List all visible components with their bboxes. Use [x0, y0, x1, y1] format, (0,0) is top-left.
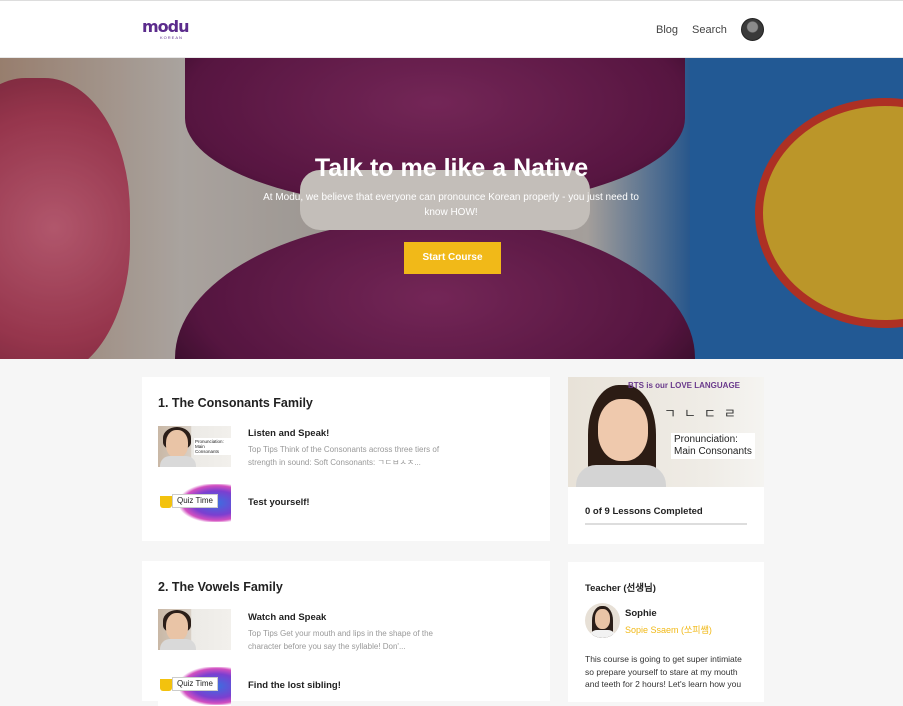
progress-text: 0 of 9 Lessons Completed [585, 506, 703, 517]
teacher-heading: Teacher (선생님) [585, 583, 656, 594]
thumbnail-face [166, 430, 188, 458]
lightbulb-icon [160, 496, 172, 508]
lesson-description: Top Tips Think of the Consonants across … [248, 445, 440, 467]
nav-blog-link[interactable]: Blog [656, 23, 678, 37]
logo-wordmark: modu [142, 17, 190, 36]
hero-subtitle: At Modu, we believe that everyone can pr… [263, 192, 639, 218]
video-caption-line2: Main Consonants [674, 446, 752, 457]
video-shirt [576, 465, 666, 487]
teacher-avatar [585, 603, 620, 638]
hero-title: Talk to me like a Native [314, 154, 589, 182]
teacher-name: Sophie [625, 608, 657, 619]
site-header: modu KOREAN Blog Search [0, 0, 903, 58]
video-banner-text: BTS is our LOVE LANGUAGE [628, 381, 741, 390]
thumbnail-shirt [160, 639, 196, 650]
quiz-label: Quiz Time [172, 677, 218, 691]
lesson-thumbnail[interactable] [158, 609, 231, 650]
lesson-thumbnail[interactable]: Pronunciation: Main Consonants [158, 426, 231, 467]
course-preview-video[interactable]: BTS is our LOVE LANGUAGE ㄱㄴㄷㄹ Pronunciat… [568, 377, 764, 487]
video-hangul-board: ㄱㄴㄷㄹ [664, 406, 744, 421]
video-face [598, 399, 648, 461]
avatar-shirt [589, 630, 616, 638]
lightbulb-icon [160, 679, 172, 691]
user-avatar-icon[interactable] [741, 18, 764, 41]
section-title: 2. The Vowels Family [158, 580, 283, 594]
avatar-face [595, 609, 610, 629]
video-caption-line1: Pronunciation: [674, 434, 738, 445]
progress-bar [585, 523, 747, 525]
nav-search-link[interactable]: Search [692, 23, 727, 37]
lesson-description: Top Tips Get your mouth and lips in the … [248, 629, 433, 651]
video-caption-tag: Pronunciation: Main Consonants [671, 433, 755, 459]
thumbnail-tag: Pronunciation: Main Consonants [194, 438, 231, 455]
teacher-bio: This course is going to get super intimi… [585, 654, 742, 689]
thumbnail-shirt [160, 456, 196, 467]
quiz-thumbnail[interactable]: Quiz Time [158, 665, 231, 706]
section-card-vowels: 2. The Vowels Family Watch and Speak Top… [142, 561, 550, 706]
start-course-button[interactable]: Start Course [404, 242, 501, 274]
section-card-consonants: 1. The Consonants Family Pronunciation: … [142, 377, 550, 541]
thumbnail-face [166, 613, 188, 641]
lesson-title[interactable]: Listen and Speak! [248, 428, 329, 439]
quiz-thumbnail[interactable]: Quiz Time [158, 482, 231, 523]
teacher-alias: Sopie Ssaem (쏘피쌤) [625, 625, 712, 635]
lesson-title[interactable]: Watch and Speak [248, 612, 326, 623]
lesson-title[interactable]: Test yourself! [248, 497, 310, 508]
section-title: 1. The Consonants Family [158, 396, 313, 410]
teacher-card: Teacher (선생님) Sophie Sopie Ssaem (쏘피쌤) T… [568, 562, 764, 702]
hero-banner: Talk to me like a Native At Modu, we bel… [0, 58, 903, 359]
lesson-title[interactable]: Find the lost sibling! [248, 680, 341, 691]
progress-card: 0 of 9 Lessons Completed [568, 487, 764, 544]
quiz-label: Quiz Time [172, 494, 218, 508]
modu-logo[interactable]: modu KOREAN [142, 17, 190, 43]
logo-subtitle: KOREAN [160, 35, 183, 40]
